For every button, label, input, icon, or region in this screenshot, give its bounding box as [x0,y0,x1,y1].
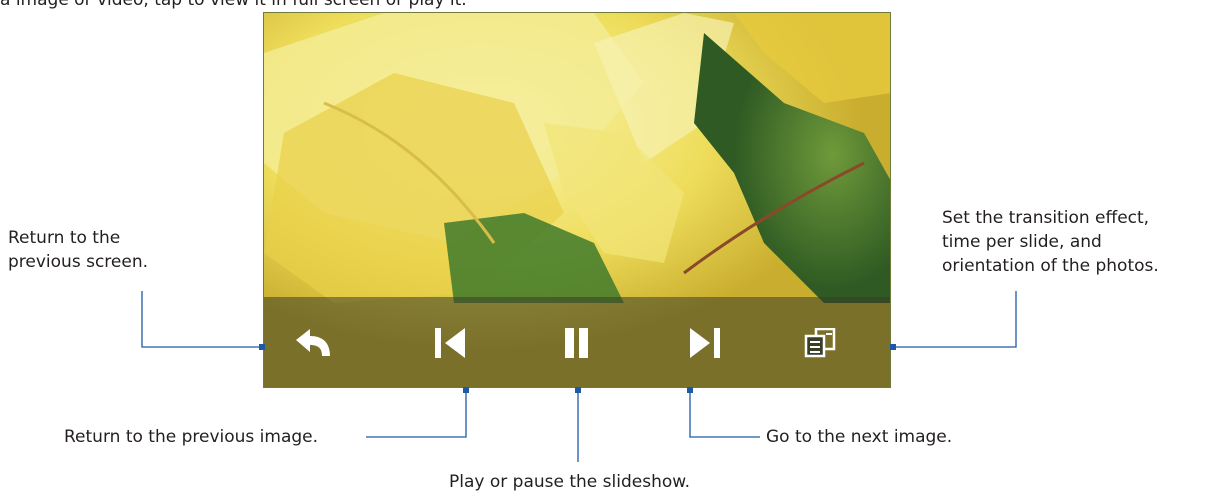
previous-image-button[interactable] [421,319,481,367]
play-pause-callout: Play or pause the slideshow. [449,472,690,492]
play-pause-button[interactable] [547,319,607,367]
intro-text: a image or video, tap to view it in full… [0,0,467,10]
skip-previous-icon [435,328,465,358]
slideshow-toolbar [264,297,890,387]
skip-next-icon [690,328,720,358]
back-callout: Return to the previous screen. [8,226,148,274]
slideshow-settings-button[interactable] [791,319,851,367]
settings-callout-line3: orientation of the photos. [942,256,1159,276]
previous-callout: Return to the previous image. [64,427,319,447]
back-arrow-icon [296,329,330,356]
back-callout-line1: Return to the [8,228,121,248]
slideshow-screen [263,12,891,388]
settings-callout: Set the transition effect, time per slid… [942,206,1159,278]
back-callout-line2: previous screen. [8,252,149,272]
next-image-button[interactable] [674,319,734,367]
menu-list-icon [804,328,836,358]
back-button[interactable] [284,319,344,367]
pause-icon [565,328,588,358]
settings-callout-line2: time per slide, and [942,232,1102,252]
next-callout: Go to the next image. [766,427,953,447]
settings-callout-line1: Set the transition effect, [942,208,1150,228]
